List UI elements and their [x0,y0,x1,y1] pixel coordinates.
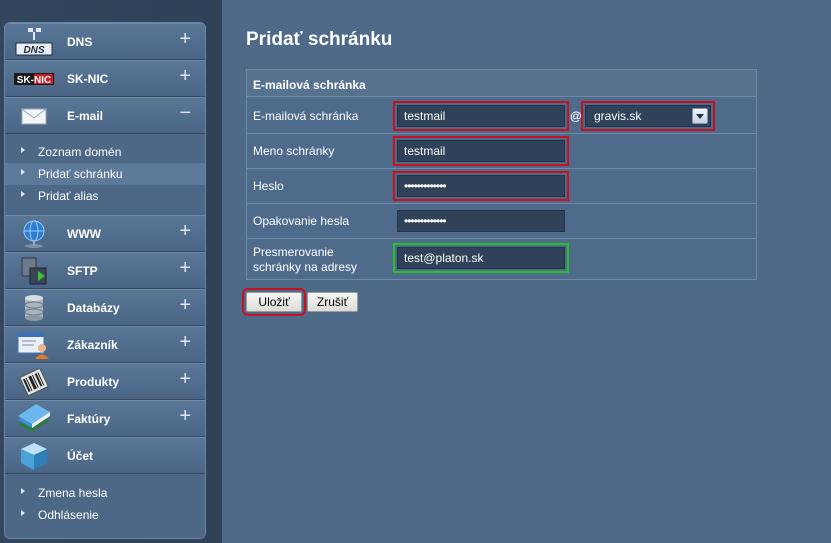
repeat-password-label: Opakovanie hesla [253,214,350,228]
expand-icon[interactable]: + [179,332,191,352]
submenu-item-add-alias[interactable]: Pridať alias [5,185,205,207]
mailbox-input[interactable]: testmail [393,101,569,131]
sidebar-item-label: E-mail [67,109,104,123]
cancel-button[interactable]: Zrušiť [307,292,358,312]
email-submenu: Zoznam domén Pridať schránku Pridať alia… [5,134,205,215]
submenu-label: Zmena hesla [38,486,108,500]
expand-icon[interactable]: + [179,258,191,278]
expand-icon[interactable]: + [179,406,191,426]
row-divider [247,168,756,169]
sftp-icon [14,256,54,286]
barcode-icon [14,367,54,397]
sidebar-item-invoices[interactable]: Faktúry + [5,400,205,437]
row-divider [247,203,756,204]
sidebar-item-label: Zákazník [67,338,118,352]
page-title: Pridať schránku [246,29,393,50]
at-sign: @ [570,109,582,123]
expand-icon[interactable]: + [179,221,191,241]
chevron-down-icon[interactable] [692,108,708,124]
bullet-icon [21,488,25,494]
save-button[interactable]: Uložiť [242,288,306,316]
redirect-label-line2: schránky na adresy [253,260,358,274]
sidebar-item-label: Účet [67,449,94,463]
sidebar-item-label: Databázy [67,301,120,315]
sidebar-item-customer[interactable]: Zákazník + [5,326,205,363]
domain-select[interactable]: gravis.sk [581,101,715,131]
mailbox-name-input[interactable]: testmail [393,136,569,166]
submenu-item-change-password[interactable]: Zmena hesla [5,482,205,504]
sidebar-item-dns[interactable]: DNS DNS + [5,23,205,60]
submenu-label: Zoznam domén [38,145,122,159]
sidebar-item-databases[interactable]: Databázy + [5,289,205,326]
sidebar-item-products[interactable]: Produkty + [5,363,205,400]
row-divider [247,133,756,134]
sidebar-item-label: WWW [67,227,101,241]
database-icon [14,293,54,323]
submenu-label: Odhlásenie [38,508,99,522]
books-icon [14,404,54,434]
repeat-password-input[interactable]: ••••••••••••• [397,210,565,232]
submenu-item-logout[interactable]: Odhlásenie [5,504,205,526]
mailbox-name-label: Meno schránky [253,144,335,158]
sidebar-item-account[interactable]: Účet [5,437,205,474]
sidebar-item-label: SFTP [67,264,98,278]
panel-title: E-mailová schránka [247,70,756,97]
bullet-icon [21,169,25,175]
bullet-icon [21,147,25,153]
expand-icon[interactable]: + [179,29,191,49]
sidebar-item-www[interactable]: WWW + [5,215,205,252]
sidebar: DNS DNS + SK-NIC SK-NIC + E-mail − Zozna… [4,22,206,539]
row-divider [247,238,756,239]
sidebar-item-label: DNS [67,35,93,49]
redirect-input[interactable]: test@platon.sk [393,243,569,273]
sidebar-item-label: Produkty [67,375,120,389]
expand-icon[interactable]: + [179,295,191,315]
dns-icon: DNS [14,27,54,57]
submenu-label: Pridať schránku [38,167,123,181]
sknic-icon: SK-NIC [14,64,54,94]
submenu-label: Pridať alias [38,189,99,203]
sidebar-item-label: Faktúry [67,412,111,426]
mailbox-label: E-mailová schránka [253,109,359,123]
sidebar-item-label: SK-NIC [67,72,109,86]
collapse-icon[interactable]: − [179,103,191,123]
submenu-item-add-mailbox[interactable]: Pridať schránku [5,163,205,185]
expand-icon[interactable]: + [179,369,191,389]
sidebar-item-sknic[interactable]: SK-NIC SK-NIC + [5,60,205,97]
mailbox-form-panel: E-mailová schránka E-mailová schránka te… [246,69,757,280]
domain-select-value: gravis.sk [594,109,642,123]
sidebar-item-sftp[interactable]: SFTP + [5,252,205,289]
bullet-icon [21,510,25,516]
redirect-label-line1: Presmerovanie [253,245,334,259]
password-input[interactable]: ••••••••••••• [393,171,569,201]
dns-icon-text: DNS [23,45,44,56]
sknic-icon-text: SK-NIC [17,75,51,86]
bullet-icon [21,191,25,197]
envelope-icon [14,101,54,131]
account-submenu: Zmena hesla Odhlásenie [5,474,205,538]
expand-icon[interactable]: + [179,66,191,86]
customer-icon [14,330,54,360]
password-label: Heslo [253,179,284,193]
globe-icon [14,219,54,249]
submenu-item-domain-list[interactable]: Zoznam domén [5,141,205,163]
cube-icon [14,441,54,471]
sidebar-item-email[interactable]: E-mail − [5,97,205,134]
